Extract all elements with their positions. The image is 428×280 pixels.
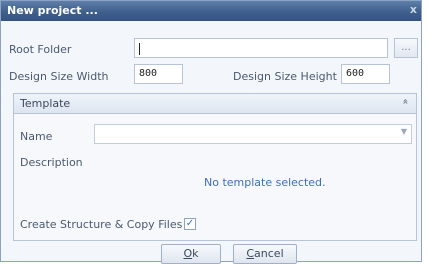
template-description-text: No template selected. bbox=[204, 176, 326, 189]
root-folder-label: Root Folder bbox=[9, 43, 72, 56]
ok-button[interactable]: Ok bbox=[161, 244, 221, 264]
new-project-dialog: New project ... x Root Folder ... Design… bbox=[0, 0, 422, 264]
ok-label-rest: k bbox=[192, 247, 199, 260]
cancel-label-rest: ancel bbox=[254, 247, 284, 260]
chevron-down-icon[interactable]: ▼ bbox=[401, 127, 407, 136]
text-caret bbox=[139, 43, 140, 55]
root-folder-input[interactable] bbox=[134, 38, 388, 58]
create-structure-label: Create Structure & Copy Files bbox=[20, 218, 183, 231]
template-section-header[interactable]: Template « bbox=[14, 94, 416, 114]
description-label: Description bbox=[20, 156, 83, 169]
cancel-mnemonic: C bbox=[246, 247, 255, 260]
create-structure-checkbox[interactable]: ✓ bbox=[184, 218, 196, 230]
design-width-label: Design Size Width bbox=[9, 70, 109, 83]
cancel-button[interactable]: Cancel bbox=[233, 244, 297, 264]
ok-mnemonic: O bbox=[183, 247, 193, 260]
design-height-label: Design Size Height bbox=[233, 70, 337, 83]
title-bar[interactable]: New project ... x bbox=[1, 1, 421, 21]
double-chevron-up-icon[interactable]: « bbox=[399, 98, 410, 104]
template-section: Template « Name ▼ Description No templat… bbox=[13, 93, 417, 241]
close-icon[interactable]: x bbox=[410, 3, 417, 16]
checkmark-icon: ✓ bbox=[185, 218, 195, 229]
design-width-input[interactable]: 800 bbox=[134, 64, 183, 84]
template-section-title: Template bbox=[20, 97, 71, 110]
browse-button[interactable]: ... bbox=[394, 38, 418, 58]
design-height-input[interactable]: 600 bbox=[341, 64, 390, 84]
dialog-title: New project ... bbox=[7, 4, 98, 17]
template-name-dropdown[interactable]: ▼ bbox=[94, 124, 412, 144]
template-name-label: Name bbox=[20, 130, 53, 143]
